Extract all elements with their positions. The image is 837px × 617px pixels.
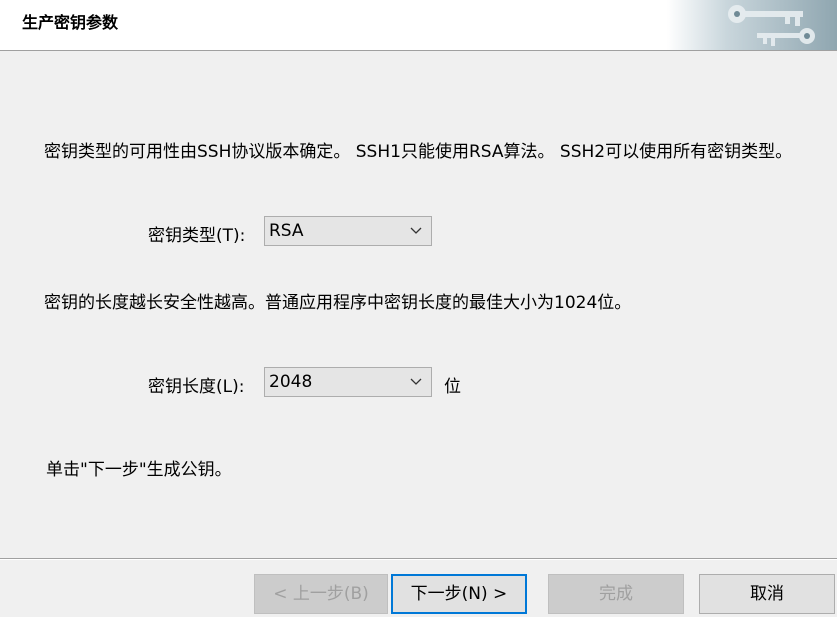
key-type-value: RSA (269, 221, 304, 241)
key-type-description: 密钥类型的可用性由SSH协议版本确定。 SSH1只能使用RSA算法。 SSH2可… (44, 142, 793, 162)
cancel-button[interactable]: 取消 (699, 574, 835, 614)
next-button[interactable]: 下一步(N) > (391, 574, 527, 614)
back-button[interactable]: < 上一步(B) (254, 574, 388, 614)
key-type-label: 密钥类型(T): (148, 226, 246, 246)
finish-button[interactable]: 完成 (548, 574, 684, 614)
key-length-description: 密钥的长度越长安全性越高。普通应用程序中密钥长度的最佳大小为1024位。 (44, 293, 632, 313)
footer-divider (0, 558, 837, 559)
page-title: 生产密钥参数 (22, 13, 119, 32)
key-length-value: 2048 (269, 372, 313, 392)
chevron-down-icon (410, 227, 422, 234)
wizard-header: 生产密钥参数 (0, 0, 837, 51)
key-length-select[interactable]: 2048 (264, 367, 432, 397)
key-length-label: 密钥长度(L): (148, 377, 245, 397)
key-length-unit: 位 (444, 377, 461, 397)
keys-banner-icon (667, 0, 837, 50)
instruction-text: 单击"下一步"生成公钥。 (46, 460, 232, 480)
chevron-down-icon (410, 378, 422, 385)
key-type-select[interactable]: RSA (264, 216, 432, 246)
